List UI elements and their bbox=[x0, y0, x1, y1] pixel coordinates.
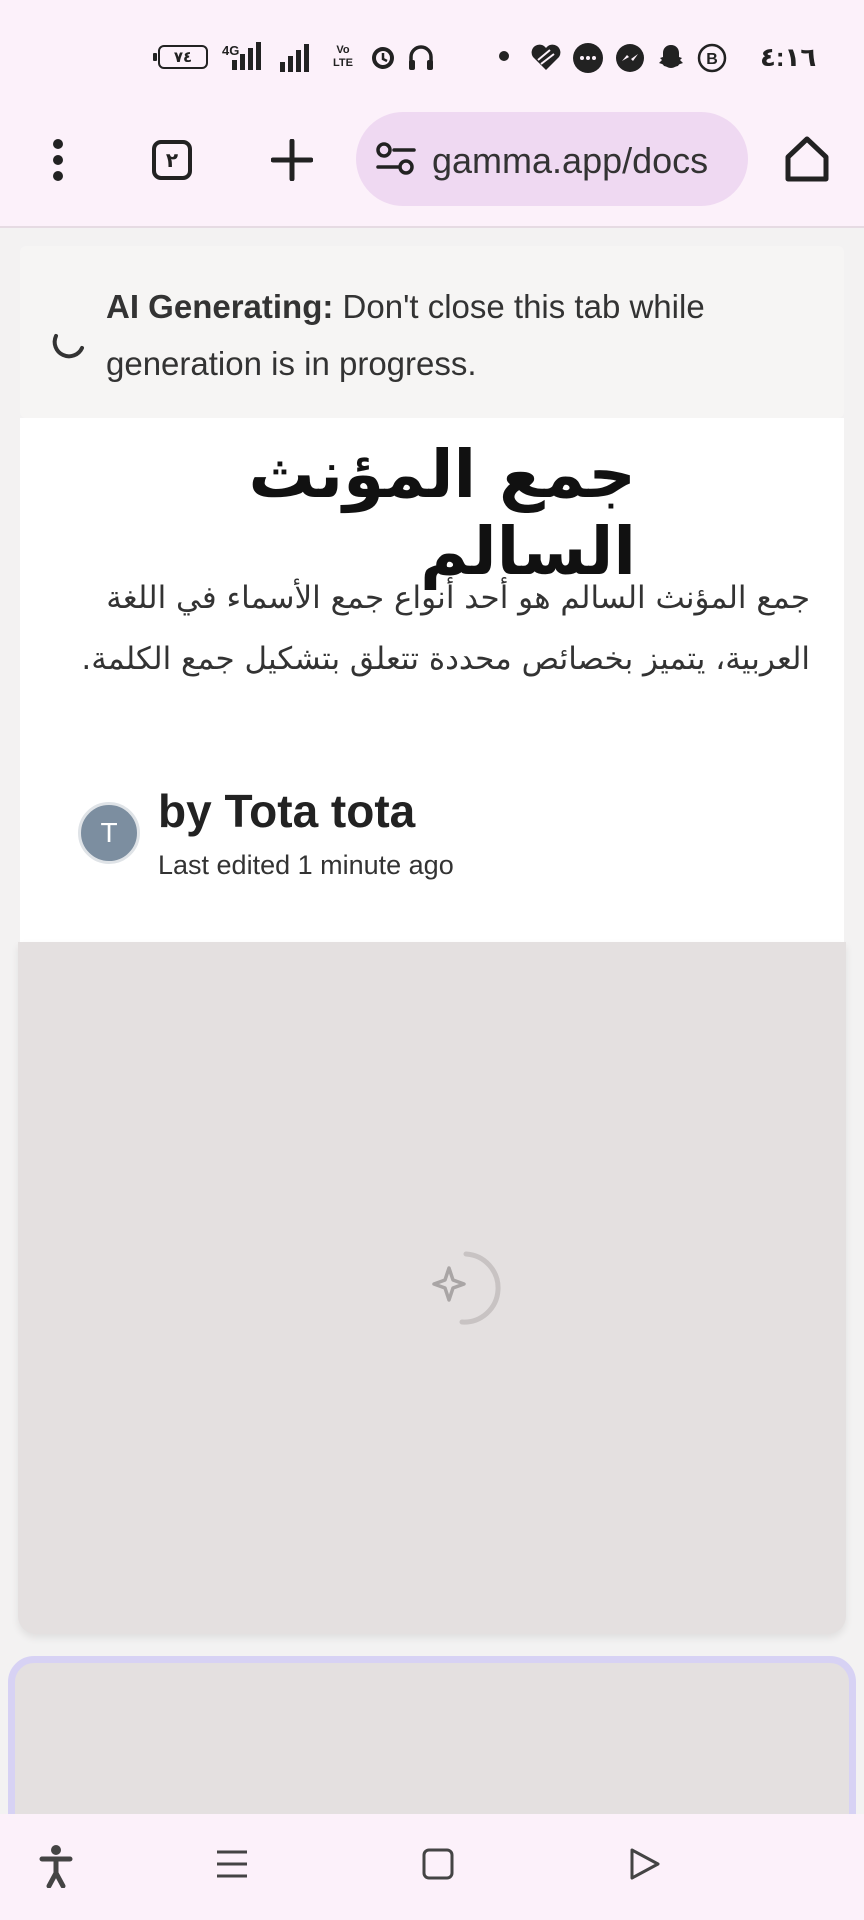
status-bar: ٧٤ 4G Vo LTE B ٤:١٦ bbox=[0, 0, 864, 110]
volte-icon: Vo LTE bbox=[333, 44, 353, 69]
heart-app-icon bbox=[531, 44, 561, 70]
headphones-icon bbox=[409, 45, 433, 70]
b-app-icon: B bbox=[697, 43, 727, 73]
ai-generating-banner: AI Generating: Don't close this tab whil… bbox=[20, 246, 844, 418]
signal-icon bbox=[232, 42, 261, 70]
tab-switcher-icon[interactable]: ٢ bbox=[152, 140, 192, 180]
battery-icon: ٧٤ bbox=[153, 45, 208, 69]
more-vert-icon[interactable] bbox=[34, 136, 82, 184]
svg-text:B: B bbox=[706, 51, 718, 68]
last-edited: Last edited 1 minute ago bbox=[158, 850, 454, 880]
chat-icon bbox=[573, 43, 603, 73]
recent-apps-icon[interactable] bbox=[212, 1844, 252, 1884]
doc-description: جمع المؤنث السالم هو أحد أنواع جمع الأسم… bbox=[81, 580, 810, 677]
banner-label: AI Generating: bbox=[106, 288, 334, 325]
doc-card: جمع المؤنث السالم جمع المؤنث السالم هو أ… bbox=[20, 418, 844, 942]
back-icon[interactable] bbox=[624, 1844, 664, 1884]
sparkle-loader-icon bbox=[432, 1251, 501, 1325]
dot-icon bbox=[499, 51, 509, 61]
signal-icon bbox=[280, 44, 309, 72]
alarm-icon bbox=[372, 47, 394, 69]
home-icon[interactable] bbox=[782, 132, 832, 186]
clock: ٤:١٦ bbox=[760, 42, 817, 72]
home-button-icon[interactable] bbox=[418, 1844, 458, 1884]
banner-message: AI Generating: Don't close this tab whil… bbox=[106, 278, 806, 392]
generating-placeholder bbox=[18, 942, 846, 1634]
page-title: جمع المؤنث السالم bbox=[248, 436, 636, 590]
tab-count-label: ٢ bbox=[165, 149, 179, 172]
navigation-bar bbox=[0, 1814, 864, 1920]
battery-level: ٧٤ bbox=[173, 49, 193, 66]
url-text[interactable]: gamma.app/docs bbox=[432, 140, 708, 182]
messenger-icon bbox=[616, 44, 644, 72]
spinner-icon bbox=[52, 334, 84, 359]
author-name: by Tota tota bbox=[158, 785, 416, 837]
avatar-initial: T bbox=[100, 817, 118, 848]
avatar: T bbox=[78, 802, 140, 864]
address-bar[interactable]: gamma.app/docs bbox=[356, 112, 748, 206]
snapchat-icon bbox=[659, 45, 683, 68]
new-tab-icon[interactable] bbox=[268, 136, 316, 184]
accessibility-icon[interactable] bbox=[38, 1844, 74, 1888]
site-settings-icon[interactable] bbox=[376, 142, 416, 176]
browser-toolbar: ٢ gamma.app/docs bbox=[0, 110, 864, 228]
